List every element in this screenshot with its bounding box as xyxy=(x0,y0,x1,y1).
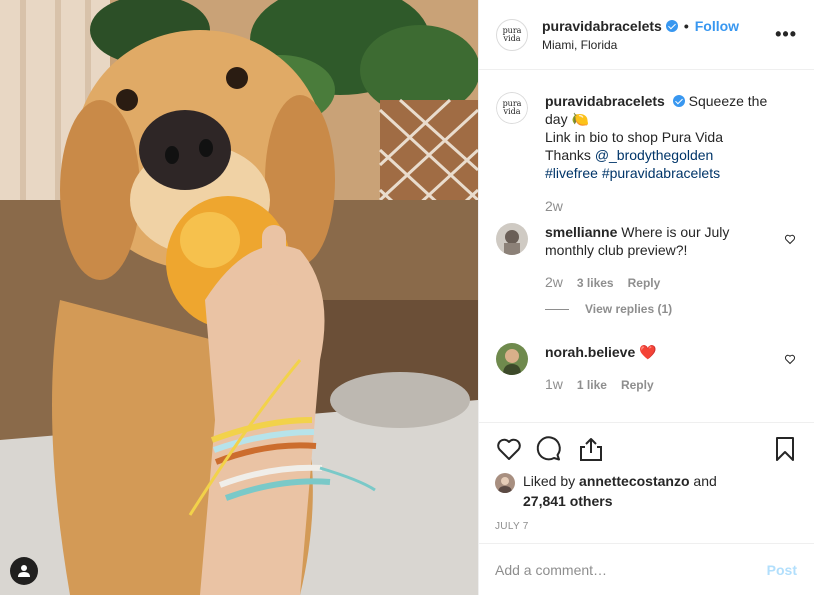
mention-link[interactable]: @_brodythegolden xyxy=(595,147,714,163)
comment-timestamp[interactable]: 2w xyxy=(545,274,563,290)
caption-line3-prefix: Thanks xyxy=(545,147,591,163)
verified-badge-icon xyxy=(672,95,685,107)
separator-dot: • xyxy=(683,17,689,34)
comment-text: smellianne Where is our July monthly clu… xyxy=(545,223,777,259)
likes-text: Liked by annettecostanzo and 27,841 othe… xyxy=(523,471,717,511)
avatar-logo-text-bottom: vida xyxy=(503,107,521,116)
share-icon[interactable] xyxy=(577,435,605,463)
like-comment-heart-icon[interactable] xyxy=(784,233,796,245)
view-replies-button[interactable]: View replies (1) xyxy=(545,302,672,316)
post-sidebar: pura vida puravidabracelets • Follow Mia… xyxy=(478,0,814,595)
caption-username[interactable]: puravidabracelets xyxy=(545,93,665,109)
comment-meta: 2w 3 likes Reply xyxy=(545,274,660,290)
comment-timestamp[interactable]: 1w xyxy=(545,376,563,392)
caption-timestamp[interactable]: 2w xyxy=(545,198,563,214)
likes-count[interactable]: 27,841 others xyxy=(523,493,613,509)
reply-button[interactable]: Reply xyxy=(628,276,661,290)
comment-likes-count[interactable]: 1 like xyxy=(577,378,607,392)
replies-divider xyxy=(545,308,569,310)
reply-button[interactable]: Reply xyxy=(621,378,654,392)
comment-username[interactable]: norah.believe xyxy=(545,344,635,360)
location-link[interactable]: Miami, Florida xyxy=(542,38,739,52)
view-replies-label: View replies (1) xyxy=(585,302,673,316)
likes-summary: Liked by annettecostanzo and 27,841 othe… xyxy=(495,471,717,511)
brand-avatar[interactable]: pura vida xyxy=(496,18,528,51)
header-text: puravidabracelets • Follow Miami, Florid… xyxy=(542,18,739,52)
post-date[interactable]: JULY 7 xyxy=(495,521,529,532)
caption-avatar[interactable]: pura vida xyxy=(496,92,528,124)
save-bookmark-icon[interactable] xyxy=(771,435,799,463)
comment-text: norah.believe ❤️ xyxy=(545,343,777,361)
comment-body: ❤️ xyxy=(639,344,657,360)
hashtag-link[interactable]: #livefree xyxy=(545,165,598,181)
add-comment-bar: Post xyxy=(479,543,814,595)
liked-by-prefix: Liked by xyxy=(523,473,576,489)
comment-username[interactable]: smellianne xyxy=(545,224,617,240)
instagram-post: pura vida puravidabracelets • Follow Mia… xyxy=(0,0,814,595)
post-comment-button[interactable]: Post xyxy=(767,562,797,578)
comments-list: pura vida puravidabracelets Squeeze the … xyxy=(479,70,814,422)
like-comment-heart-icon[interactable] xyxy=(784,353,796,365)
like-heart-icon[interactable] xyxy=(495,435,523,463)
brand-avatar-small: pura vida xyxy=(496,92,528,124)
comment-meta: 1w 1 like Reply xyxy=(545,376,654,392)
more-options-icon[interactable]: ••• xyxy=(775,24,797,45)
post-photo[interactable] xyxy=(0,0,478,595)
avatar-image xyxy=(496,343,528,375)
liked-by-and: and xyxy=(693,473,717,489)
avatar-logo-text-bottom: vida xyxy=(503,33,521,43)
post-actions: Liked by annettecostanzo and 27,841 othe… xyxy=(479,422,814,532)
caption-meta: 2w xyxy=(545,198,563,214)
comment-bubble-icon[interactable] xyxy=(535,435,563,463)
commenter-avatar[interactable] xyxy=(496,343,528,375)
commenter-avatar[interactable] xyxy=(496,223,528,255)
comment-input[interactable] xyxy=(495,561,767,578)
header-line: puravidabracelets • Follow xyxy=(542,18,739,34)
caption-text: puravidabracelets Squeeze the day 🍋 Link… xyxy=(545,92,777,182)
tagged-users-button[interactable] xyxy=(10,557,38,585)
liker-avatar[interactable] xyxy=(495,473,515,493)
lemon-emoji: 🍋 xyxy=(571,111,589,127)
username-link[interactable]: puravidabracelets xyxy=(542,18,662,34)
dog-with-mango-image xyxy=(0,0,478,595)
avatar-image xyxy=(495,473,515,493)
caption-line2: Link in bio to shop Pura Vida xyxy=(545,129,723,145)
verified-badge-icon xyxy=(665,19,678,32)
action-icons xyxy=(495,435,800,463)
person-icon xyxy=(18,565,30,577)
post-header: pura vida puravidabracelets • Follow Mia… xyxy=(479,0,814,70)
avatar-image xyxy=(496,223,528,255)
follow-button[interactable]: Follow xyxy=(695,18,739,34)
hashtag-link[interactable]: #puravidabracelets xyxy=(602,165,720,181)
comment-likes-count[interactable]: 3 likes xyxy=(577,276,614,290)
liker-username[interactable]: annettecostanzo xyxy=(579,473,689,489)
